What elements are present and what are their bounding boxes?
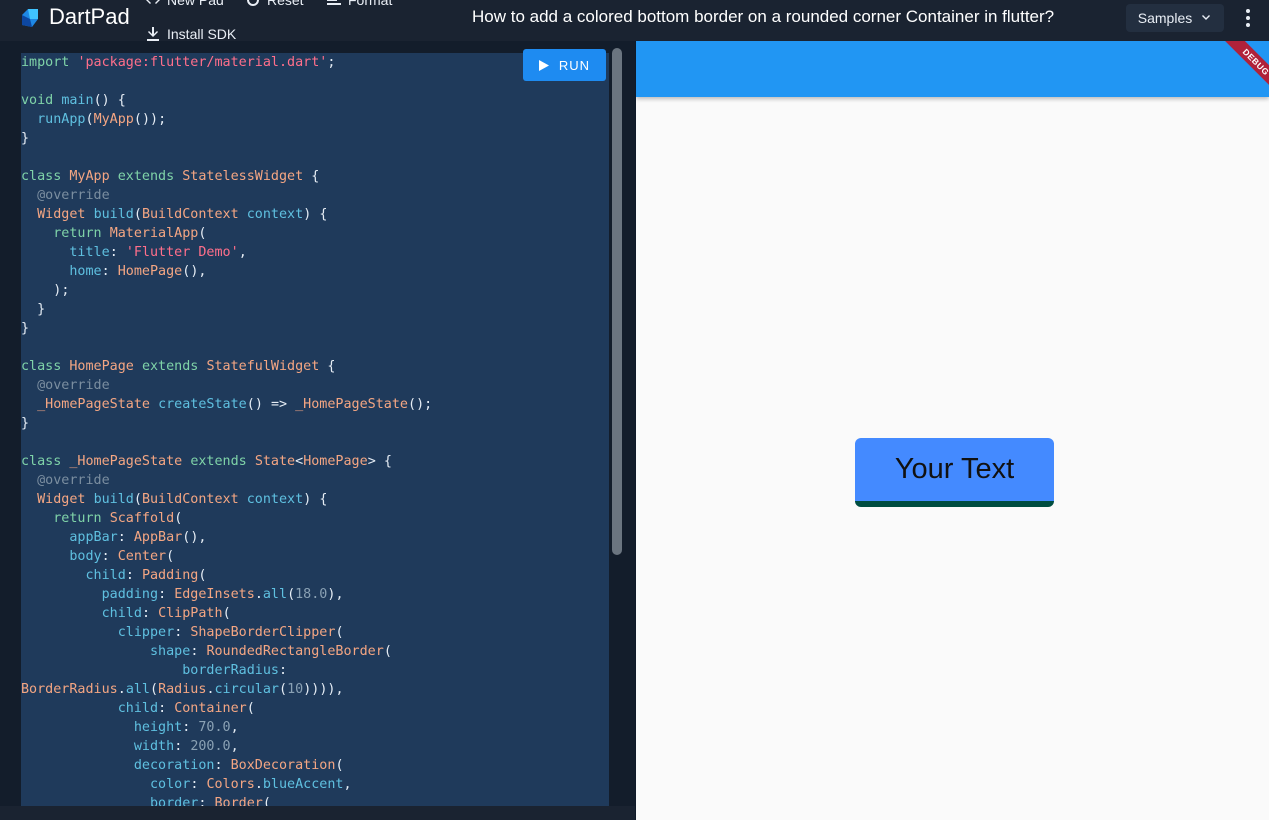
editor-panel: import 'package:flutter/material.dart'; … bbox=[0, 41, 635, 820]
format-label: Format bbox=[348, 0, 393, 8]
run-label: RUN bbox=[558, 57, 591, 73]
code-icon bbox=[146, 0, 160, 4]
run-button[interactable]: RUN bbox=[523, 49, 606, 81]
samples-dropdown[interactable]: Samples bbox=[1126, 4, 1224, 32]
preview-app-bar bbox=[636, 41, 1269, 97]
top-bar: DartPad New Pad Reset Format Install SDK… bbox=[0, 0, 1269, 42]
format-align-icon bbox=[327, 0, 341, 5]
refresh-icon bbox=[247, 0, 259, 6]
editor-scrollbar[interactable] bbox=[612, 48, 622, 555]
reset-label: Reset bbox=[267, 0, 304, 8]
more-vert-icon[interactable] bbox=[1240, 8, 1256, 28]
format-button[interactable]: Format bbox=[326, 0, 392, 8]
reset-button[interactable]: Reset bbox=[245, 0, 304, 8]
download-icon bbox=[147, 27, 159, 41]
code-editor[interactable]: import 'package:flutter/material.dart'; … bbox=[21, 53, 609, 806]
app-brand: DartPad bbox=[49, 4, 130, 29]
dart-logo-icon bbox=[22, 9, 38, 27]
editor-bottom-bar bbox=[0, 806, 635, 820]
chevron-down-icon bbox=[1202, 15, 1211, 20]
page-title: How to add a colored bottom border on a … bbox=[472, 7, 1055, 26]
code-text[interactable]: import 'package:flutter/material.dart'; … bbox=[21, 53, 609, 806]
new-pad-label: New Pad bbox=[167, 0, 224, 8]
install-sdk-button[interactable]: Install SDK bbox=[145, 26, 236, 42]
play-icon bbox=[538, 59, 549, 71]
install-sdk-label: Install SDK bbox=[167, 26, 237, 42]
preview-panel: DEBUG Your Text bbox=[636, 41, 1269, 820]
samples-label: Samples bbox=[1137, 10, 1193, 26]
your-text-container: Your Text bbox=[855, 438, 1054, 507]
new-pad-button[interactable]: New Pad bbox=[145, 0, 224, 8]
